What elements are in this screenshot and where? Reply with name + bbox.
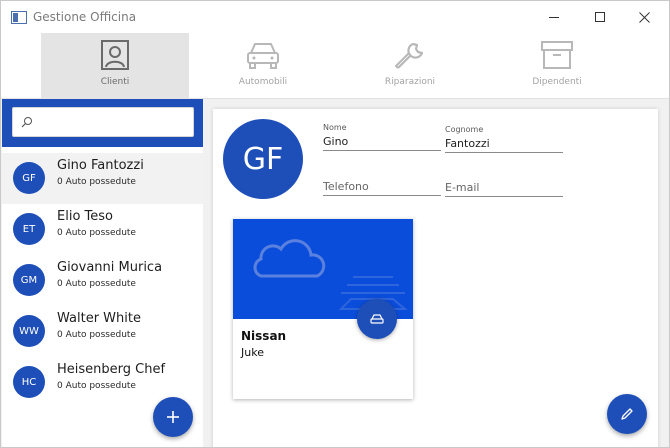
telefono-placeholder: Telefono: [323, 180, 369, 193]
window-title: Gestione Officina: [33, 10, 137, 24]
person-icon: [101, 40, 129, 70]
client-item-giovanni-murica[interactable]: GM Giovanni Murica 0 Auto possedute: [2, 255, 203, 306]
client-car-count: 0 Auto possedute: [57, 330, 136, 340]
app-window: Gestione Officina Clienti Automobili Rip…: [0, 0, 670, 448]
client-avatar-large: GF: [223, 119, 303, 199]
maximize-icon: [594, 11, 605, 22]
cognome-label: Cognome: [445, 125, 484, 134]
tab-label: Dipendenti: [532, 77, 582, 87]
title-bar: Gestione Officina: [1, 1, 669, 33]
tab-riparazioni[interactable]: Riparazioni: [336, 33, 484, 99]
avatar: HC: [13, 366, 45, 398]
client-car-count: 0 Auto possedute: [57, 279, 136, 289]
search-input[interactable]: [39, 112, 189, 132]
nome-field[interactable]: Nome Gino: [323, 123, 441, 151]
minimize-button[interactable]: [531, 1, 577, 33]
client-name: Heisenberg Chef: [57, 362, 166, 377]
car-make: Nissan: [241, 329, 287, 343]
nome-label: Nome: [323, 123, 347, 132]
pencil-icon: [621, 408, 633, 420]
client-list: GF Gino Fantozzi 0 Auto possedute ET Eli…: [2, 153, 203, 408]
client-name: Gino Fantozzi: [57, 158, 144, 173]
cognome-value: Fantozzi: [445, 137, 490, 150]
cognome-field[interactable]: Cognome Fantozzi: [445, 125, 563, 153]
car-card[interactable]: Nissan Juke: [233, 219, 413, 399]
client-car-count: 0 Auto possedute: [57, 381, 136, 391]
search-box: [12, 107, 194, 137]
tab-automobili[interactable]: Automobili: [189, 33, 337, 99]
client-car-count: 0 Auto possedute: [57, 228, 136, 238]
nome-value: Gino: [323, 135, 349, 148]
app-icon: [11, 11, 27, 24]
tab-label: Riparazioni: [384, 77, 436, 87]
tab-label: Automobili: [238, 77, 288, 87]
avatar: WW: [13, 315, 45, 347]
client-name: Giovanni Murica: [57, 260, 163, 275]
telefono-field[interactable]: Telefono: [323, 179, 441, 196]
main-navigation: Clienti Automobili Riparazioni Dipendent…: [1, 33, 669, 99]
avatar: GF: [13, 162, 45, 194]
maximize-button[interactable]: [577, 1, 623, 33]
client-detail-panel: GF Nome Gino Cognome Fantozzi Telefono E…: [213, 109, 658, 447]
client-item-elio-teso[interactable]: ET Elio Teso 0 Auto possedute: [2, 204, 203, 255]
close-icon: [638, 11, 650, 23]
client-car-count: 0 Auto possedute: [57, 177, 136, 187]
search-bar: [2, 99, 203, 147]
client-item-gino-fantozzi[interactable]: GF Gino Fantozzi 0 Auto possedute: [2, 153, 203, 204]
close-button[interactable]: [621, 1, 667, 33]
add-client-button[interactable]: [153, 397, 193, 437]
tab-clienti[interactable]: Clienti: [41, 33, 189, 99]
clients-sidebar: GF Gino Fantozzi 0 Auto possedute ET Eli…: [2, 99, 203, 447]
client-item-walter-white[interactable]: WW Walter White 0 Auto possedute: [2, 306, 203, 357]
wrench-icon: [394, 42, 424, 69]
tab-label: Clienti: [100, 77, 130, 87]
plus-icon: [167, 411, 179, 423]
client-name: Elio Teso: [57, 209, 113, 224]
tab-dipendenti[interactable]: Dipendenti: [483, 33, 631, 99]
email-placeholder: E-mail: [445, 181, 480, 194]
search-icon: [21, 117, 32, 128]
car-icon: [247, 43, 279, 69]
archive-box-icon: [541, 41, 573, 69]
email-field[interactable]: E-mail: [445, 180, 563, 197]
client-name: Walter White: [57, 311, 141, 326]
car-model: Juke: [241, 346, 264, 359]
car-icon: [370, 314, 384, 324]
avatar: ET: [13, 213, 45, 245]
edit-client-button[interactable]: [607, 394, 647, 434]
avatar: GM: [13, 264, 45, 296]
minimize-icon: [548, 16, 559, 18]
car-details-button[interactable]: [357, 299, 397, 339]
